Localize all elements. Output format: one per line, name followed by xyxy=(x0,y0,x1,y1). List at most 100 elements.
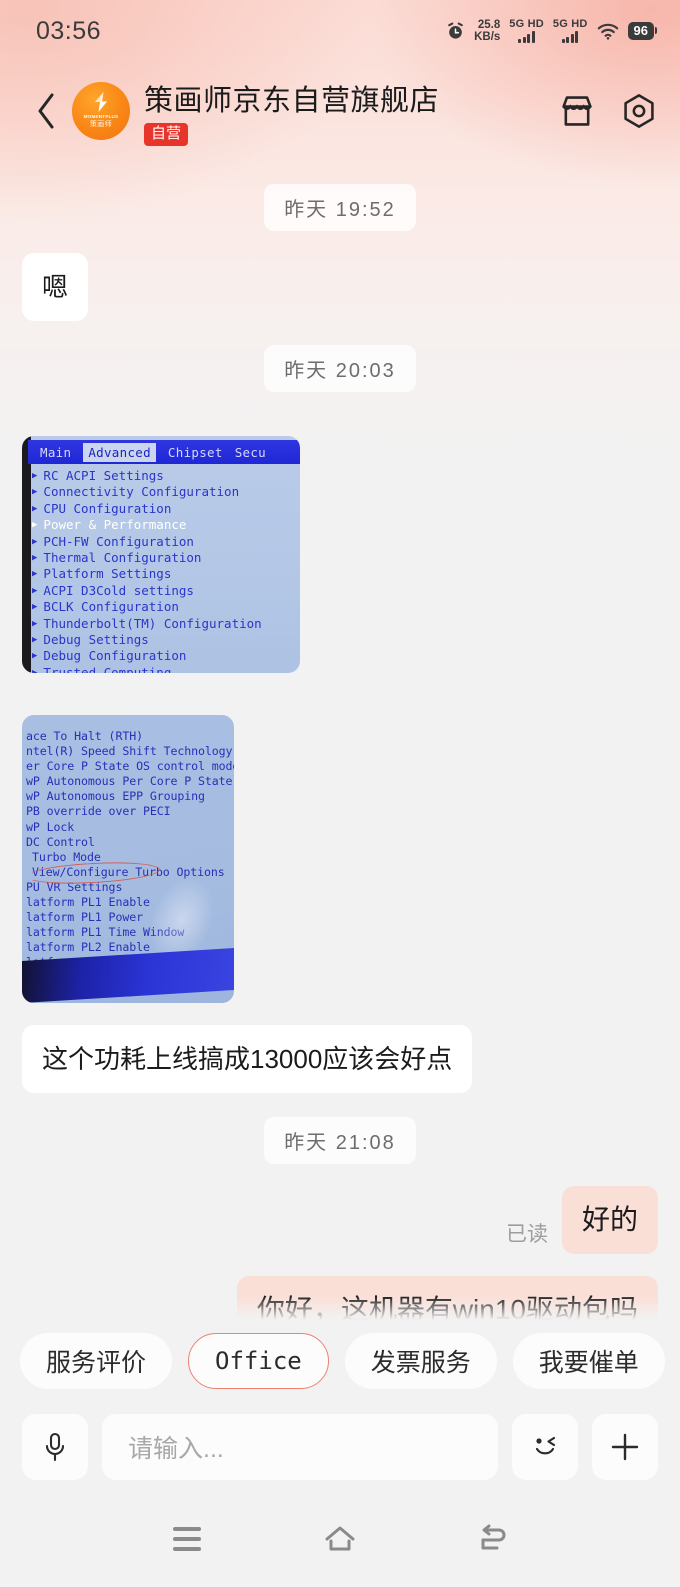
timestamp-row: 昨天 19:52 xyxy=(22,184,658,231)
message-row-incoming: 这个功耗上线搞成13000应该会好点 xyxy=(22,1025,658,1093)
bios-menu-item-label: Platform Settings xyxy=(43,566,172,582)
bios-menu-item: ▶ Thunderbolt(TM) Configuration xyxy=(32,615,262,631)
header-actions xyxy=(558,92,658,130)
message-text-input[interactable]: 请输入... xyxy=(102,1414,498,1480)
quick-reply-chip-service-review[interactable]: 服务评价 xyxy=(20,1333,173,1389)
timestamp-pill: 昨天 21:08 xyxy=(264,1117,416,1164)
bios-option: ace To Halt (RTH) xyxy=(26,729,143,743)
chevron-left-icon xyxy=(38,93,54,129)
bios-menu-item-label: PCH-FW Configuration xyxy=(43,533,194,549)
quick-reply-chip-office[interactable]: Office xyxy=(188,1333,329,1389)
bios-option: er Core P State OS control mode xyxy=(26,759,234,774)
bios-tab-security: Secu xyxy=(234,444,267,460)
shop-avatar[interactable]: MOMENTPLUS 策画师 xyxy=(72,82,130,140)
back-arrow-icon xyxy=(481,1524,506,1549)
bios-menu-item-label: Thermal Configuration xyxy=(43,550,202,566)
sim1-signal: 5G HD xyxy=(509,19,544,43)
sim2-label: 5G HD xyxy=(552,18,588,30)
voice-input-button[interactable] xyxy=(22,1414,88,1480)
status-clock: 03:56 xyxy=(36,16,102,45)
chat-header: MOMENTPLUS 策画师 策画师京东自营旗舰店 自营 xyxy=(0,62,680,160)
bios-screenshot-power-performance[interactable]: ace To Halt (RTH) ntel(R) Speed Shift Te… xyxy=(22,715,234,1003)
bios-option: wP Autonomous Per Core P State xyxy=(26,774,233,789)
android-navigation-bar xyxy=(0,1490,680,1587)
bios-tab-advanced: Advanced xyxy=(83,442,156,462)
network-speed: 25.8 KB/s xyxy=(474,19,500,43)
bios-menu-item: ▶ Platform Settings xyxy=(32,566,172,582)
bios-option: ntel(R) Speed Shift Technology xyxy=(26,744,233,759)
bios-option: wP Autonomous EPP Grouping xyxy=(26,789,205,804)
shop-title-block: 策画师京东自营旗舰店 自营 xyxy=(144,77,558,146)
lightning-bolt-icon xyxy=(95,91,107,112)
bios-menu-item: ▶ Thermal Configuration xyxy=(32,550,202,566)
bios-menu-item: ▶ BCLK Configuration xyxy=(32,599,179,615)
chat-message-list[interactable]: 昨天 19:52 嗯 昨天 20:03 Main Advanced Chipse… xyxy=(0,160,680,1322)
home-button[interactable] xyxy=(316,1515,364,1563)
message-row-image: ace To Halt (RTH) ntel(R) Speed Shift Te… xyxy=(22,695,658,1003)
status-bar: 03:56 25.8 KB/s 5G HD 5G HD 96 xyxy=(0,0,680,62)
bios-menu-item: ▶ Trusted Computing xyxy=(32,665,296,673)
bios-tab-main: Main xyxy=(40,444,72,460)
bios-option: DC Control xyxy=(26,834,95,849)
bios-screenshot-advanced-menu[interactable]: Main Advanced Chipset Secu ▶ RC ACPI Sett… xyxy=(22,436,300,673)
message-bubble-outgoing[interactable]: 好的 xyxy=(561,1186,658,1254)
home-icon xyxy=(325,1526,355,1550)
quick-reply-chip-invoice[interactable]: 发票服务 xyxy=(344,1333,497,1389)
network-speed-unit: KB/s xyxy=(474,31,501,43)
bios-menu-item-label: ACPI D3Cold settings xyxy=(43,582,194,598)
shop-logo-en: MOMENTPLUS xyxy=(83,113,119,119)
message-bubble-incoming[interactable]: 这个功耗上线搞成13000应该会好点 xyxy=(22,1025,473,1093)
plus-icon xyxy=(611,1433,639,1461)
message-row-image: Main Advanced Chipset Secu ▶ RC ACPI Sett… xyxy=(22,414,658,673)
recents-button[interactable] xyxy=(163,1515,211,1563)
emoji-button[interactable] xyxy=(512,1414,578,1480)
photo-edge-shadow xyxy=(22,436,31,673)
sim1-label: 5G HD xyxy=(509,18,544,30)
bios-menu-list: ▶ RC ACPI Settings ▶ Connectivity Configur… xyxy=(32,468,296,673)
message-input-bar: 请输入... xyxy=(0,1404,680,1490)
alarm-clock-icon xyxy=(448,22,463,39)
bios-tab-bar: Main Advanced Chipset Secu xyxy=(28,440,300,464)
timestamp-pill: 昨天 20:03 xyxy=(264,345,416,392)
self-operated-badge: 自营 xyxy=(144,122,189,146)
bios-menu-item: ▶ Connectivity Configuration xyxy=(32,484,240,500)
timestamp-row: 昨天 20:03 xyxy=(22,345,658,392)
quick-reply-bar[interactable]: 服务评价 Office 发票服务 我要催单 物流 xyxy=(0,1330,680,1392)
bios-menu-item-label: RC ACPI Settings xyxy=(43,468,164,483)
hexagon-settings-icon[interactable] xyxy=(620,92,658,130)
message-input-placeholder: 请输入... xyxy=(128,1435,224,1463)
status-indicators: 25.8 KB/s 5G HD 5G HD 96 xyxy=(446,19,658,43)
sim2-signal: 5G HD xyxy=(553,19,588,43)
bios-menu-item-label: Debug Configuration xyxy=(43,648,187,664)
bios-menu-item-label: CPU Configuration xyxy=(43,500,172,516)
back-button-nav[interactable] xyxy=(469,1515,517,1563)
bios-menu-item-label: Debug Settings xyxy=(43,632,149,648)
add-attachment-button[interactable] xyxy=(592,1414,658,1480)
recents-menu-icon xyxy=(172,1526,201,1551)
bios-option: wP Lock xyxy=(26,819,75,834)
back-button[interactable] xyxy=(24,92,68,130)
timestamp-pill: 昨天 19:52 xyxy=(264,184,416,231)
message-bubble-outgoing-partial[interactable]: 你好，这机器有win10驱动包吗 xyxy=(236,1276,658,1322)
bios-menu-item: ▶ CPU Configuration xyxy=(32,500,172,516)
bios-menu-item: ▶ PCH-FW Configuration xyxy=(32,533,194,549)
shop-logo-cn: 策画师 xyxy=(89,121,113,129)
message-row-incoming: 嗯 xyxy=(22,253,658,321)
timestamp-row: 昨天 21:08 xyxy=(22,1117,658,1164)
message-row-outgoing: 你好，这机器有win10驱动包吗 xyxy=(22,1276,658,1322)
bios-menu-item: ▶ Debug Configuration xyxy=(32,648,187,664)
bios-menu-item: ▶ RC ACPI Settings xyxy=(32,468,164,483)
read-receipt: 已读 xyxy=(505,1223,548,1246)
wifi-icon xyxy=(597,23,618,40)
message-bubble-incoming[interactable]: 嗯 xyxy=(22,253,89,321)
store-icon[interactable] xyxy=(558,92,596,130)
bios-menu-item: ▶ Debug Settings xyxy=(32,632,149,648)
bios-menu-item: ▶ ACPI D3Cold settings xyxy=(32,582,194,598)
bios-menu-item-label: Thunderbolt(TM) Configuration xyxy=(43,615,262,631)
bios-menu-item-selected: ▶ Power & Performance xyxy=(32,517,187,533)
shop-name: 策画师京东自营旗舰店 xyxy=(144,84,440,117)
bios-tab-chipset: Chipset xyxy=(167,444,223,460)
emoji-smiley-icon xyxy=(535,1436,556,1455)
quick-reply-chip-urge-order[interactable]: 我要催单 xyxy=(512,1333,665,1389)
microphone-icon xyxy=(45,1432,65,1462)
